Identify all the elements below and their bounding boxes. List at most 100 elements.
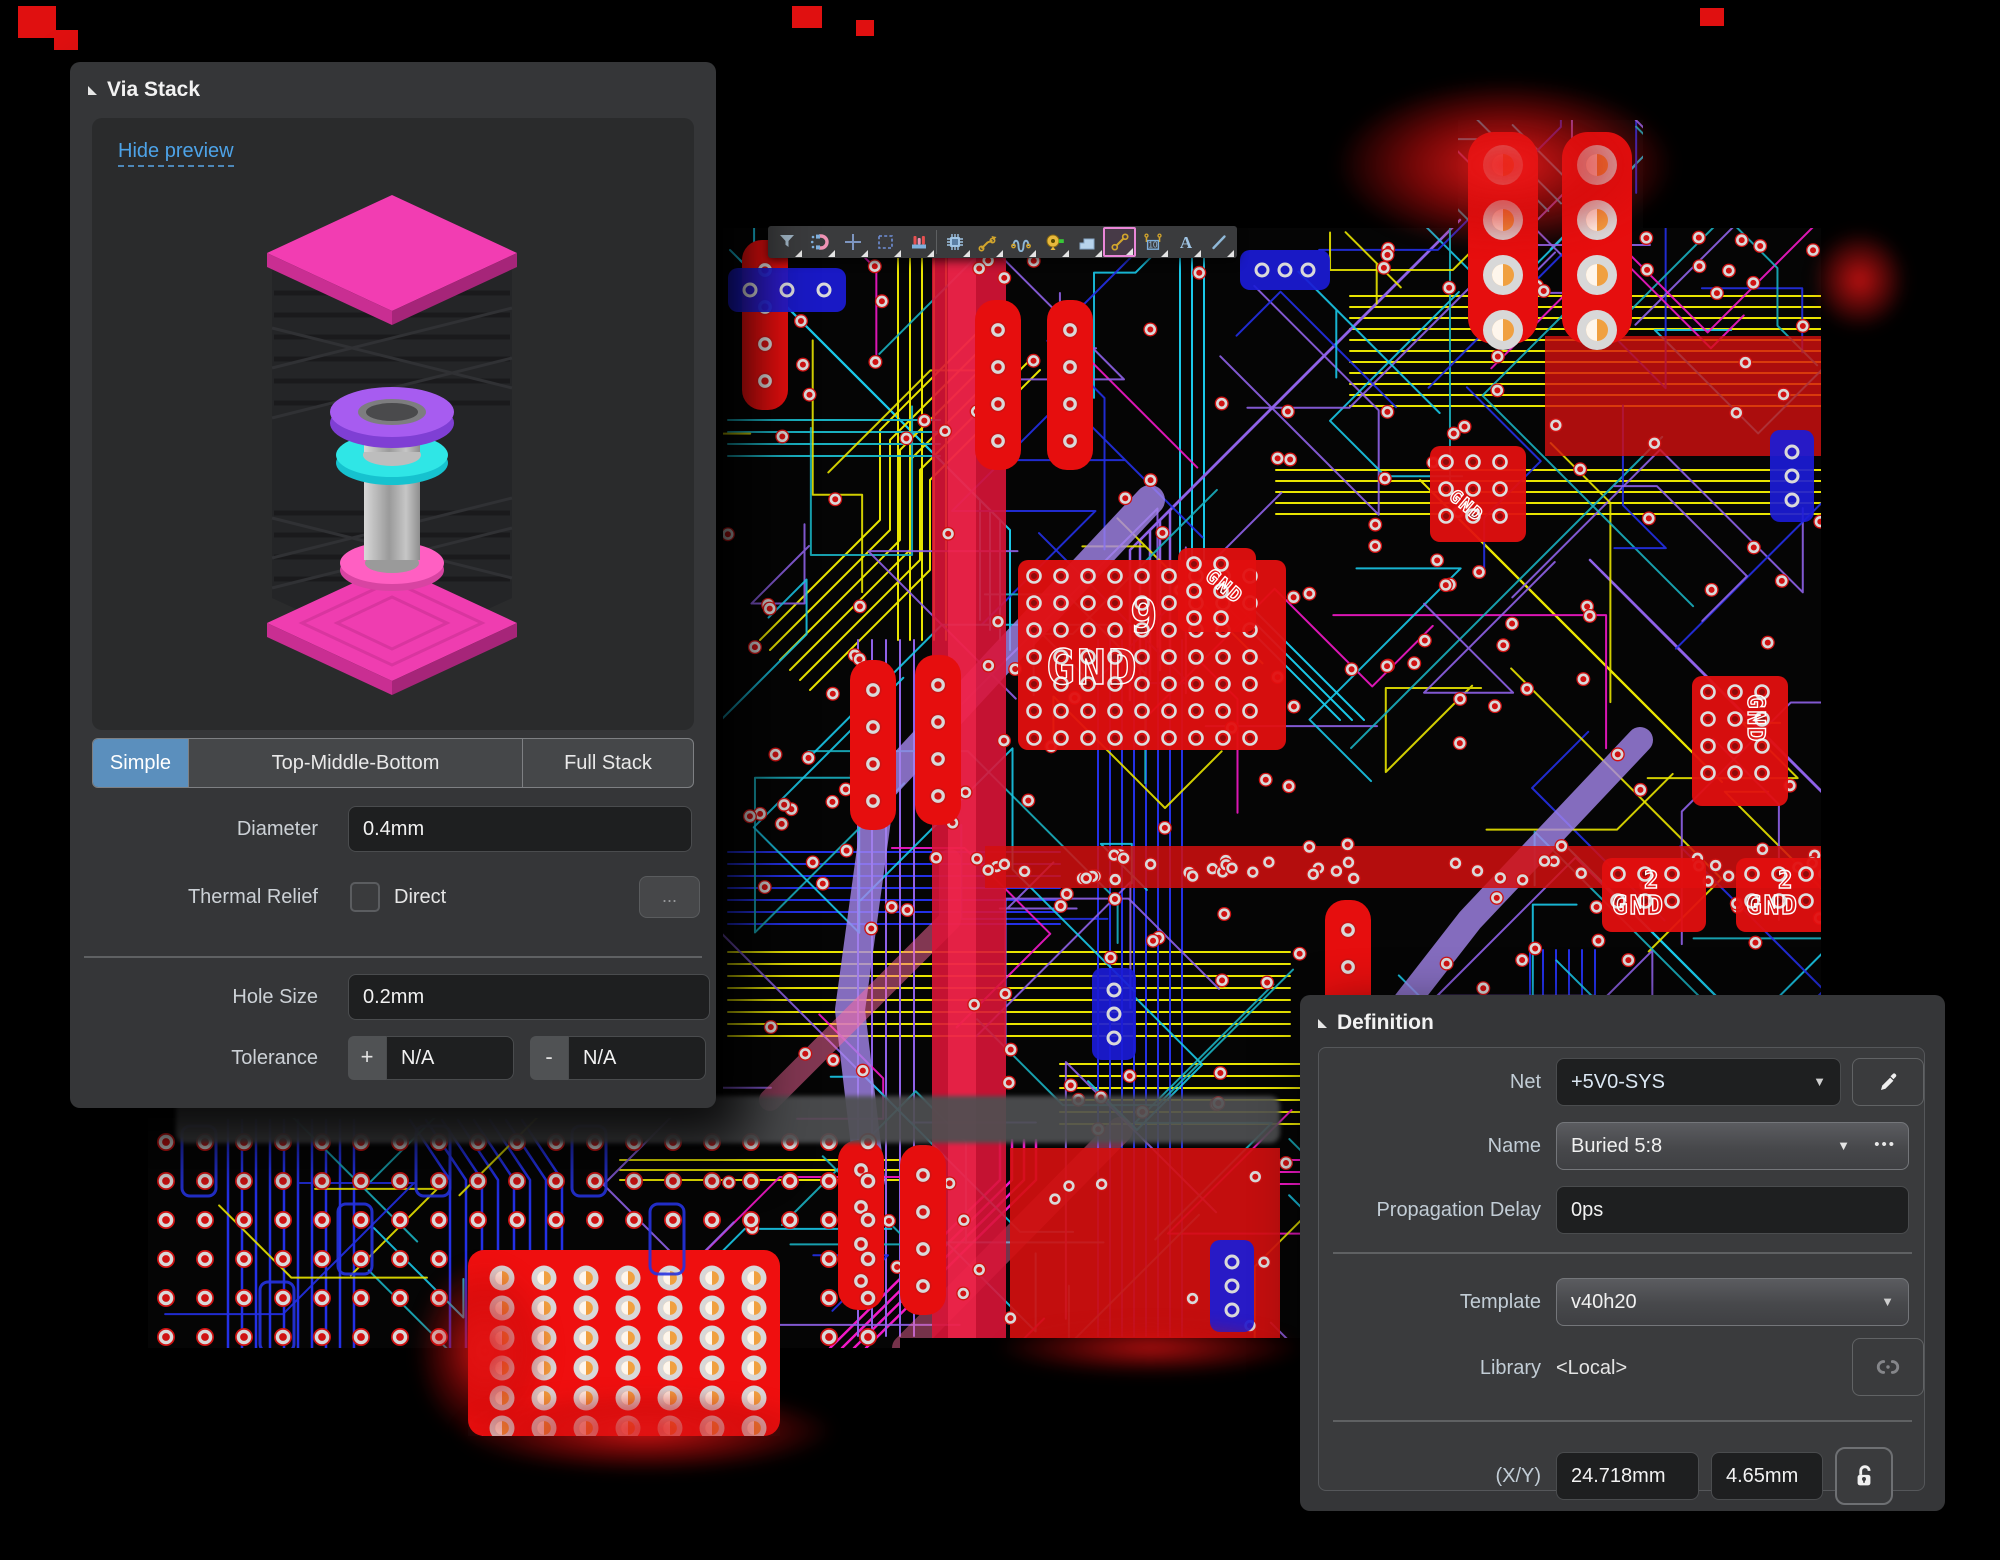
dropdown-corner-icon [996, 250, 1003, 257]
x-coordinate-input[interactable] [1556, 1452, 1699, 1500]
chevron-down-icon: ▼ [1813, 1059, 1826, 1105]
dropdown-corner-icon [894, 250, 901, 257]
via-stack-panel: Via Stack Hide preview [70, 62, 716, 1108]
crosshair-icon [843, 232, 863, 252]
diameter-row: Diameter [92, 806, 694, 852]
direct-checkbox[interactable] [350, 882, 380, 912]
definition-body: Net +5V0-SYS ▼ Name Buried 5:8 ▼ • [1318, 1047, 1925, 1491]
dropdown-corner-icon [1095, 250, 1102, 257]
dropdown-corner-icon [1161, 250, 1168, 257]
propagation-delay-input[interactable] [1556, 1186, 1909, 1234]
component-tool-button[interactable] [938, 227, 971, 257]
propagation-delay-row: Propagation Delay [1319, 1186, 1924, 1234]
tolerance-row: Tolerance + - [92, 1036, 694, 1080]
dropdown-corner-icon [1126, 248, 1133, 255]
polygon-pour-tool-button[interactable] [1070, 227, 1103, 257]
tab-full-stack[interactable]: Full Stack [523, 739, 693, 787]
xy-row: (X/Y) [1319, 1452, 1924, 1500]
select-area-tool-button[interactable] [869, 227, 902, 257]
meander-tuning-tool-button[interactable] [1004, 227, 1037, 257]
magnet-icon [810, 232, 830, 252]
measure-tool-button[interactable] [1103, 227, 1136, 257]
svg-text:GND: GND [1046, 640, 1139, 696]
dropdown-corner-icon [1062, 250, 1069, 257]
template-value: v40h20 [1571, 1279, 1637, 1325]
route-trace-tool-button[interactable] [971, 227, 1004, 257]
library-value: <Local> [1556, 1344, 1627, 1392]
thermal-relief-row: Thermal Relief Direct ... [92, 874, 694, 920]
via-stack-header: Via Stack [70, 62, 716, 112]
definition-header: Definition [1300, 995, 1945, 1045]
dropdown-corner-icon [1227, 250, 1234, 257]
section-divider [1333, 1252, 1912, 1254]
library-link-button[interactable] [1852, 1338, 1924, 1396]
net-dropdown[interactable]: +5V0-SYS ▼ [1556, 1058, 1841, 1106]
y-coordinate-input[interactable] [1711, 1452, 1823, 1500]
dimension-icon: 10 [1143, 232, 1163, 252]
tab-simple[interactable]: Simple [93, 739, 189, 787]
dropdown-corner-icon [861, 250, 868, 257]
line-tool-button[interactable] [1202, 227, 1235, 257]
diameter-input[interactable] [348, 806, 692, 852]
name-row: Name Buried 5:8 ▼ ••• [1319, 1122, 1924, 1170]
link-icon [1875, 1354, 1901, 1380]
selection-rect-icon [876, 232, 896, 252]
propagation-delay-label: Propagation Delay [1319, 1186, 1541, 1234]
line-icon [1209, 232, 1229, 252]
collapse-triangle-icon[interactable] [88, 86, 97, 95]
name-dropdown[interactable]: Buried 5:8 ▼ ••• [1556, 1122, 1909, 1170]
eyedropper-icon [1876, 1070, 1900, 1094]
tolerance-plus-input[interactable] [386, 1036, 514, 1080]
crosshair-tool-button[interactable] [836, 227, 869, 257]
xy-label: (X/Y) [1319, 1452, 1541, 1500]
via-icon [1044, 232, 1064, 252]
filter-icon [777, 232, 797, 252]
via-tool-button[interactable] [1037, 227, 1070, 257]
dropdown-corner-icon [828, 250, 835, 257]
dimension-tool-button[interactable]: 10 [1136, 227, 1169, 257]
thermal-relief-more-button[interactable]: ... [639, 876, 700, 918]
svg-text:GND: GND [1742, 694, 1770, 743]
via-preview-box: Hide preview [92, 118, 694, 730]
dropdown-corner-icon [1029, 250, 1036, 257]
dropdown-corner-icon [927, 250, 934, 257]
footprint-tool-button[interactable] [902, 227, 935, 257]
dropdown-corner-icon [1194, 250, 1201, 257]
text-string-tool-button[interactable]: A [1169, 227, 1202, 257]
template-row: Template v40h20 ▼ [1319, 1278, 1924, 1326]
meander-icon [1011, 232, 1031, 252]
name-more-button[interactable]: ••• [1874, 1123, 1896, 1167]
direct-checkbox-label: Direct [394, 874, 446, 920]
tolerance-minus-input[interactable] [568, 1036, 706, 1080]
svg-text:2: 2 [1644, 866, 1660, 894]
svg-text:10: 10 [1148, 240, 1157, 249]
filter-tool-button[interactable] [770, 227, 803, 257]
magnet-tool-button[interactable] [803, 227, 836, 257]
pcb-toolbar: 10 A [768, 226, 1237, 258]
footprint-icon [909, 232, 929, 252]
hole-size-row: Hole Size [92, 974, 694, 1020]
tolerance-plus-prefix: + [348, 1036, 386, 1080]
diameter-label: Diameter [92, 806, 318, 852]
net-eyedropper-button[interactable] [1852, 1058, 1924, 1106]
chevron-down-icon: ▼ [1881, 1279, 1894, 1325]
xy-lock-button[interactable] [1835, 1447, 1893, 1505]
svg-text:GND: GND [1612, 891, 1665, 921]
svg-text:A: A [1179, 233, 1192, 252]
thermal-relief-label: Thermal Relief [92, 874, 318, 920]
via-mode-tabs: Simple Top-Middle-Bottom Full Stack [92, 738, 694, 788]
text-icon: A [1176, 232, 1196, 252]
template-label: Template [1319, 1278, 1541, 1326]
svg-text:9: 9 [1130, 589, 1160, 643]
tolerance-fields: + - [348, 1036, 706, 1080]
tab-top-middle-bottom[interactable]: Top-Middle-Bottom [189, 739, 523, 787]
desktop: 9GNDGNDGND2GND2GNDGND [0, 0, 2000, 1560]
polygon-icon [1077, 232, 1097, 252]
definition-title: Definition [1337, 1011, 1434, 1035]
hole-size-label: Hole Size [92, 974, 318, 1020]
hole-size-input[interactable] [348, 974, 710, 1020]
svg-text:2: 2 [1778, 866, 1794, 894]
template-dropdown[interactable]: v40h20 ▼ [1556, 1278, 1909, 1326]
toolbar-separator [936, 230, 937, 254]
collapse-triangle-icon[interactable] [1318, 1019, 1327, 1028]
